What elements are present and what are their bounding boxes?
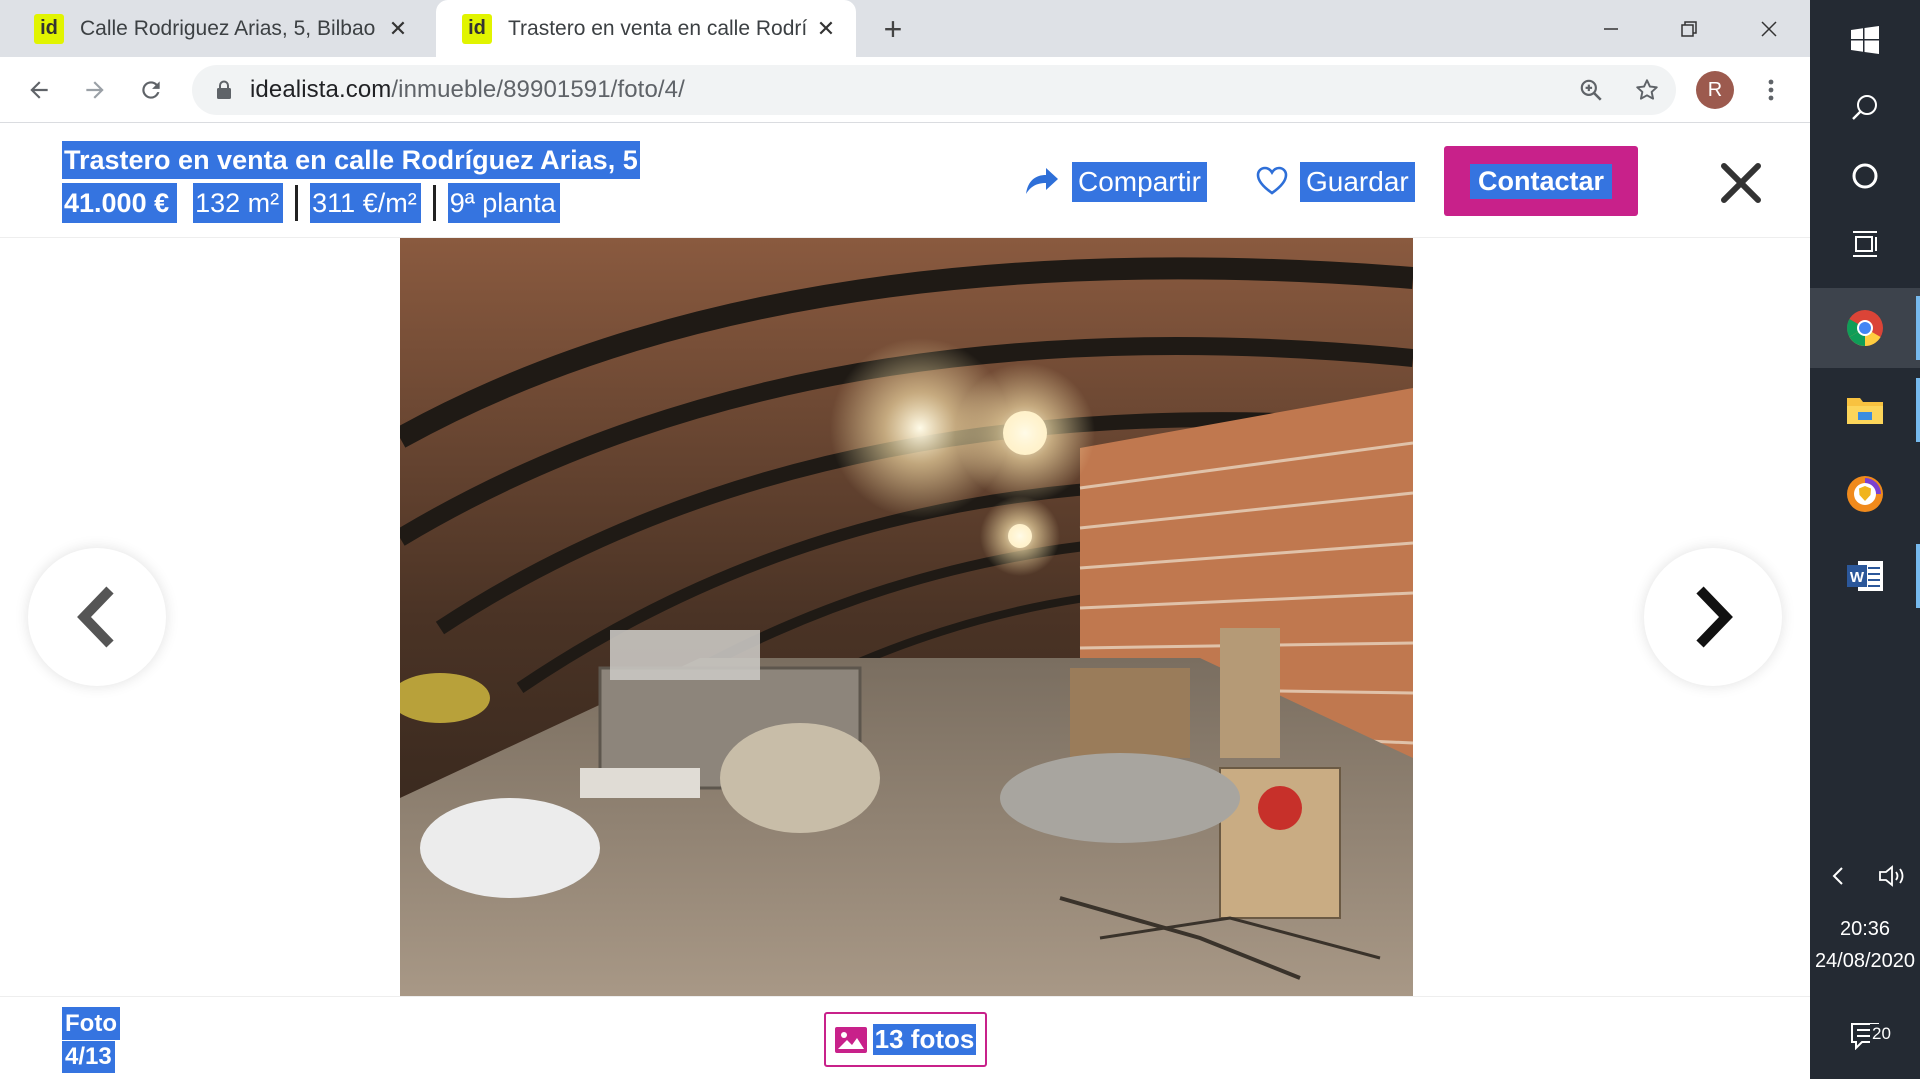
spec-divider xyxy=(432,185,436,221)
image-icon xyxy=(834,1026,867,1053)
volume-icon[interactable] xyxy=(1865,836,1920,916)
photo-label: Foto xyxy=(62,1007,120,1040)
browser-tab-1[interactable]: id Calle Rodriguez Arias, 5, Bilbao — ✕ xyxy=(8,0,428,57)
chevron-right-icon xyxy=(1696,586,1733,648)
listing-title: Trastero en venta en calle Rodríguez Ari… xyxy=(62,141,640,179)
tab-title: Trastero en venta en calle Rodríg xyxy=(508,16,808,40)
word-icon[interactable]: W xyxy=(1810,536,1920,616)
task-view-icon[interactable] xyxy=(1810,204,1920,284)
previous-photo-button[interactable] xyxy=(28,548,166,686)
listing-floor: 9ª planta xyxy=(447,183,560,223)
browser-tab-2[interactable]: id Trastero en venta en calle Rodríg ✕ xyxy=(436,0,856,57)
browser-tab-strip: id Calle Rodriguez Arias, 5, Bilbao — ✕ … xyxy=(0,0,1810,57)
notification-center-icon[interactable] xyxy=(1810,996,1920,1076)
tab-close-icon[interactable]: ✕ xyxy=(808,11,844,47)
forward-arrow-icon[interactable] xyxy=(74,69,116,111)
listing-header: Trastero en venta en calle Rodríguez Ari… xyxy=(0,124,1810,238)
clock-date[interactable]: 24/08/2020 xyxy=(1810,950,1920,973)
restore-icon[interactable] xyxy=(1650,0,1728,57)
url-text: idealista.com/inmueble/89901591/foto/4/ xyxy=(250,76,685,104)
file-explorer-icon[interactable] xyxy=(1810,370,1920,450)
tab-title: Calle Rodriguez Arias, 5, Bilbao — xyxy=(80,16,380,40)
clock-time[interactable]: 20:36 xyxy=(1810,918,1920,941)
share-arrow-icon[interactable] xyxy=(1022,164,1060,198)
save-button[interactable]: Guardar xyxy=(1300,162,1415,202)
heart-icon[interactable] xyxy=(1256,164,1288,198)
tab-close-icon[interactable]: ✕ xyxy=(380,11,416,47)
minimize-icon[interactable] xyxy=(1572,0,1650,57)
bookmark-star-icon[interactable] xyxy=(1630,73,1664,107)
svg-text:W: W xyxy=(1850,569,1865,586)
browser-menu-icon[interactable] xyxy=(1756,69,1786,111)
contact-button-label: Contactar xyxy=(1469,163,1613,199)
listing-specs: 41.000 € 132 m² 311 €/m² 9ª planta xyxy=(62,183,560,223)
photo-counter: 4/13 xyxy=(62,1041,115,1073)
attic-photo-illustration xyxy=(400,238,1413,996)
share-button[interactable]: Compartir xyxy=(1072,162,1207,202)
next-photo-button[interactable] xyxy=(1644,548,1782,686)
url-path: /inmueble/89901591/foto/4/ xyxy=(391,76,685,103)
all-photos-button[interactable]: 13 fotos xyxy=(824,1012,987,1067)
chevron-left-icon xyxy=(77,586,114,648)
active-app-indicator xyxy=(1916,296,1920,360)
listing-area: 132 m² xyxy=(193,183,284,223)
windows-taskbar: W 20:36 24/08/2020 20 xyxy=(1810,0,1920,1079)
notification-count: 20 xyxy=(1870,1024,1893,1044)
back-arrow-icon[interactable] xyxy=(18,69,60,111)
gallery-footer: Foto 4/13 13 fotos xyxy=(0,996,1810,1079)
spec-divider xyxy=(295,185,299,221)
idealista-favicon-icon: id xyxy=(34,13,64,44)
listing-photo xyxy=(400,238,1413,996)
profile-avatar[interactable]: R xyxy=(1696,71,1734,109)
url-host: idealista.com xyxy=(250,76,392,103)
chevron-left-icon[interactable] xyxy=(1810,836,1865,916)
vpn-shield-icon[interactable] xyxy=(1810,454,1920,534)
active-app-indicator xyxy=(1916,378,1920,442)
new-tab-icon[interactable]: + xyxy=(872,8,914,50)
address-bar[interactable]: idealista.com/inmueble/89901591/foto/4/ xyxy=(192,65,1676,115)
contact-button[interactable]: Contactar xyxy=(1444,146,1638,216)
listing-price-per-m2: 311 €/m² xyxy=(310,183,421,223)
all-photos-label: 13 fotos xyxy=(872,1024,977,1055)
chrome-icon[interactable] xyxy=(1810,288,1920,368)
close-gallery-icon[interactable] xyxy=(1716,158,1766,208)
window-close-icon[interactable] xyxy=(1730,0,1808,57)
screen: id Calle Rodriguez Arias, 5, Bilbao — ✕ … xyxy=(0,0,1920,1079)
lock-icon xyxy=(212,78,236,102)
browser-toolbar: idealista.com/inmueble/89901591/foto/4/ … xyxy=(0,57,1810,123)
listing-price: 41.000 € xyxy=(62,183,178,223)
idealista-favicon-icon: id xyxy=(462,13,492,44)
zoom-icon[interactable] xyxy=(1574,73,1608,107)
active-app-indicator xyxy=(1916,544,1920,608)
reload-icon[interactable] xyxy=(130,69,172,111)
